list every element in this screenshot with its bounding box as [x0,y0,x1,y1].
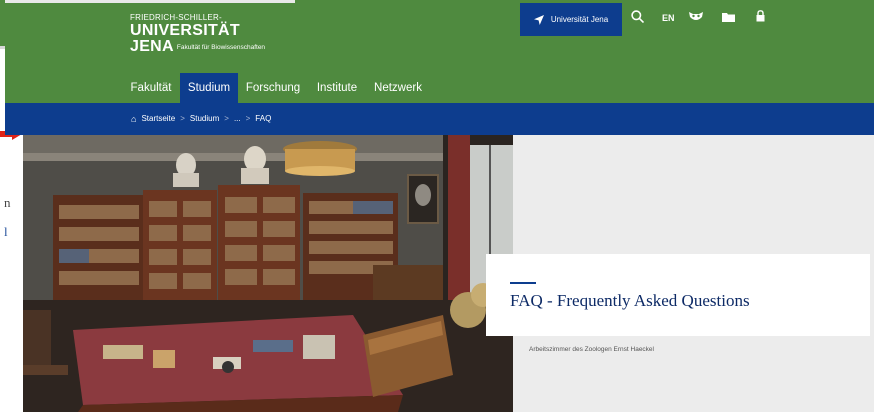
breadcrumb-studium[interactable]: Studium [190,103,219,135]
logo-line1: FRIEDRICH-SCHILLER- [130,13,222,22]
breadcrumb-separator: > [224,114,229,123]
breadcrumb-home[interactable]: Startseite [141,103,175,135]
folder-icon[interactable] [722,12,735,22]
breadcrumb: ⌂ Startseite > Studium > ... > FAQ [131,103,271,135]
breadcrumb-separator: > [245,114,251,123]
location-arrow-icon [533,14,544,25]
nav-item-institute[interactable]: Institute [312,73,362,103]
nav-item-forschung[interactable]: Forschung [242,73,304,103]
breadcrumb-current: FAQ [255,114,272,123]
nav-item-netzwerk[interactable]: Netzwerk [370,73,426,103]
breadcrumb-separator: > [180,114,185,123]
header-top-line [5,0,295,3]
lock-icon[interactable] [756,10,765,22]
nav-item-studium[interactable]: Studium [180,73,238,103]
title-accent-bar [510,282,536,284]
image-caption: Arbeitszimmer des Zoologen Ernst Haeckel [529,346,654,353]
breadcrumb-ellipsis[interactable]: ... [234,103,241,135]
language-switch[interactable]: EN [662,13,675,23]
search-icon[interactable] [631,10,644,23]
logo-line2: UNIVERSITÄT [130,22,240,39]
page-title-card: FAQ - Frequently Asked Questions [486,254,870,336]
home-icon[interactable]: ⌂ [131,103,136,135]
university-jena-label: Universität Jena [550,15,609,24]
logo-faculty: Fakultät für Biowissenschaften [176,44,266,51]
hero-image [23,135,513,412]
mask-icon[interactable] [689,11,703,22]
page-title: FAQ - Frequently Asked Questions [510,291,750,310]
university-jena-button[interactable]: Universität Jena [520,3,622,36]
nav-item-fakultaet[interactable]: Fakultät [126,73,176,103]
logo-line3: JENA [130,38,174,55]
university-logo[interactable]: FRIEDRICH-SCHILLER- UNIVERSITÄT JENA Faku… [130,14,265,55]
